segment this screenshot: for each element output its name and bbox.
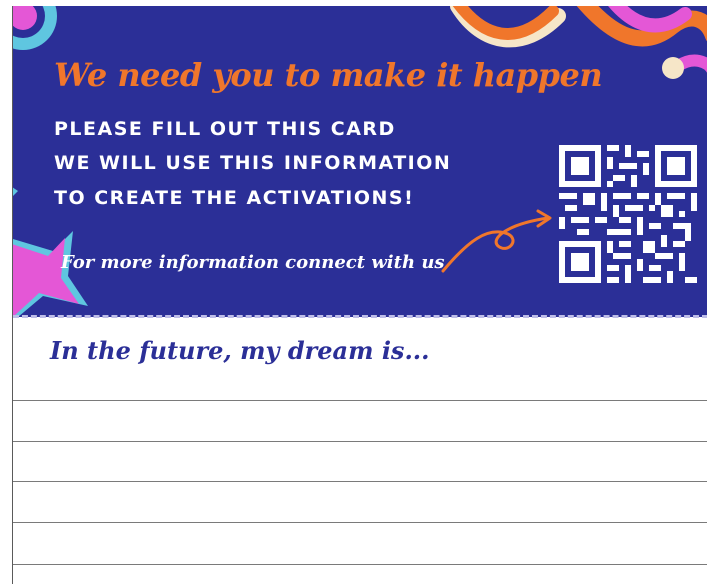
tear-line bbox=[13, 315, 707, 318]
qr-code-icon[interactable] bbox=[559, 145, 697, 283]
curly-arrow-icon bbox=[441, 209, 552, 273]
writing-line-5[interactable] bbox=[13, 564, 707, 565]
card-banner: We need you to make it happen PLEASE FIL… bbox=[13, 6, 707, 317]
writing-line-2[interactable] bbox=[13, 441, 707, 442]
connect-text: For more information connect with us bbox=[61, 252, 445, 273]
writing-line-1[interactable] bbox=[13, 400, 707, 401]
dream-prompt: In the future, my dream is... bbox=[50, 336, 430, 365]
instruction-line-2: WE WILL USE THIS INFORMATION bbox=[54, 152, 452, 174]
instruction-line-3: TO CREATE THE ACTIVATIONS! bbox=[54, 187, 415, 209]
info-card: We need you to make it happen PLEASE FIL… bbox=[12, 6, 707, 584]
writing-line-4[interactable] bbox=[13, 522, 707, 523]
writing-line-3[interactable] bbox=[13, 481, 707, 482]
card-headline: We need you to make it happen bbox=[54, 56, 603, 94]
instruction-line-1: PLEASE FILL OUT THIS CARD bbox=[54, 118, 396, 140]
